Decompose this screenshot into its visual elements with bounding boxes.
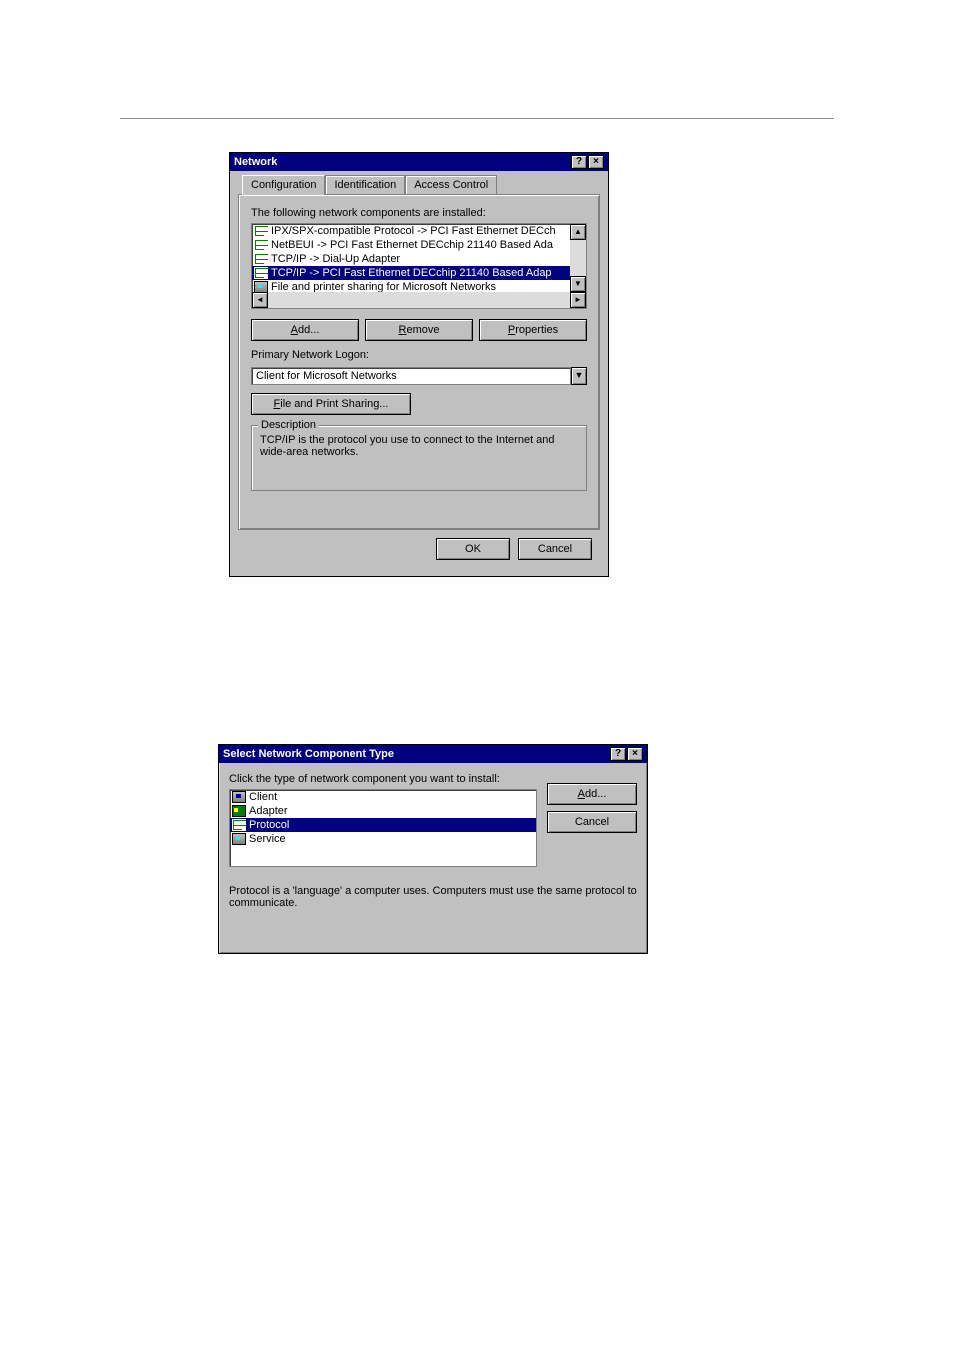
tabs: Configuration Identification Access Cont…: [242, 175, 600, 194]
titlebar: Select Network Component Type ? ×: [219, 745, 647, 763]
help-icon[interactable]: ?: [571, 155, 587, 169]
description-text: TCP/IP is the protocol you use to connec…: [260, 434, 578, 458]
protocol-icon: [254, 267, 268, 279]
scroll-right-icon[interactable]: ►: [570, 292, 586, 308]
list-item-label: Service: [249, 833, 286, 845]
close-icon[interactable]: ×: [627, 747, 643, 761]
list-item[interactable]: TCP/IP -> PCI Fast Ethernet DECchip 2114…: [252, 266, 570, 280]
titlebar-buttons: ? ×: [609, 747, 643, 761]
select-component-dialog: Select Network Component Type ? × Click …: [218, 744, 648, 954]
list-item[interactable]: TCP/IP -> Dial-Up Adapter: [252, 252, 570, 266]
properties-button[interactable]: Properties: [479, 319, 587, 341]
tab-configuration[interactable]: Configuration: [242, 175, 325, 195]
scrollbar-vertical[interactable]: ▲ ▼: [570, 224, 586, 292]
adapter-icon: [232, 805, 246, 817]
tab-panel: The following network components are ins…: [238, 194, 600, 530]
add-button[interactable]: Add...: [251, 319, 359, 341]
dialog-body: Click the type of network component you …: [219, 763, 647, 877]
add-button[interactable]: Add...: [547, 783, 637, 805]
list-item-label: File and printer sharing for Microsoft N…: [271, 281, 496, 292]
list-item-label: Adapter: [249, 805, 288, 817]
list-item[interactable]: Adapter: [230, 804, 536, 818]
list-item-label: NetBEUI -> PCI Fast Ethernet DECchip 211…: [271, 239, 553, 251]
tab-identification[interactable]: Identification: [325, 175, 405, 194]
close-icon[interactable]: ×: [588, 155, 604, 169]
prompt-label: Click the type of network component you …: [229, 773, 537, 785]
list-item-label: Protocol: [249, 819, 289, 831]
service-icon: [254, 281, 268, 292]
scroll-down-icon[interactable]: ▼: [570, 276, 586, 292]
list-item-label: Client: [249, 791, 277, 803]
protocol-icon: [232, 819, 246, 831]
components-listbox[interactable]: IPX/SPX-compatible Protocol -> PCI Fast …: [251, 223, 587, 309]
primary-logon-dropdown[interactable]: Client for Microsoft Networks ▼: [251, 367, 587, 385]
window-title: Network: [234, 156, 277, 168]
list-item[interactable]: Service: [230, 832, 536, 846]
cancel-button[interactable]: Cancel: [547, 811, 637, 833]
list-item-label: TCP/IP -> Dial-Up Adapter: [271, 253, 400, 265]
dialog-action-buttons: OK Cancel: [238, 538, 600, 568]
list-item[interactable]: IPX/SPX-compatible Protocol -> PCI Fast …: [252, 224, 570, 238]
protocol-icon: [254, 253, 268, 265]
list-item[interactable]: NetBEUI -> PCI Fast Ethernet DECchip 211…: [252, 238, 570, 252]
primary-logon-label: Primary Network Logon:: [251, 349, 587, 361]
description-text: Protocol is a 'language' a computer uses…: [219, 877, 647, 909]
network-dialog: Network ? × Configuration Identification…: [229, 152, 609, 577]
components-buttons: Add... Remove Properties: [251, 319, 587, 341]
scroll-left-icon[interactable]: ◄: [252, 292, 268, 308]
primary-logon-value: Client for Microsoft Networks: [251, 367, 571, 385]
scrollbar-horizontal[interactable]: ◄ ►: [252, 292, 586, 308]
service-icon: [232, 833, 246, 845]
window-title: Select Network Component Type: [223, 748, 394, 760]
list-item-label: IPX/SPX-compatible Protocol -> PCI Fast …: [271, 225, 556, 237]
file-print-sharing-button[interactable]: File and Print Sharing...: [251, 393, 411, 415]
list-item[interactable]: Protocol: [230, 818, 536, 832]
list-item-label: TCP/IP -> PCI Fast Ethernet DECchip 2114…: [271, 267, 552, 279]
dialog-body: Configuration Identification Access Cont…: [230, 171, 608, 576]
cancel-button[interactable]: Cancel: [518, 538, 592, 560]
protocol-icon: [254, 225, 268, 237]
client-icon: [232, 791, 246, 803]
scroll-up-icon[interactable]: ▲: [570, 224, 586, 240]
titlebar: Network ? ×: [230, 153, 608, 171]
list-item[interactable]: Client: [230, 790, 536, 804]
protocol-icon: [254, 239, 268, 251]
components-label: The following network components are ins…: [251, 207, 587, 219]
list-item[interactable]: File and printer sharing for Microsoft N…: [252, 280, 570, 292]
tab-access-control[interactable]: Access Control: [405, 175, 497, 194]
titlebar-buttons: ? ×: [570, 155, 604, 169]
ok-button[interactable]: OK: [436, 538, 510, 560]
help-icon[interactable]: ?: [610, 747, 626, 761]
description-label: Description: [258, 419, 319, 431]
page-rule: [120, 118, 834, 119]
chevron-down-icon[interactable]: ▼: [571, 367, 587, 385]
description-group: Description TCP/IP is the protocol you u…: [251, 425, 587, 491]
component-type-listbox[interactable]: Client Adapter Protocol Service: [229, 789, 537, 867]
remove-button[interactable]: Remove: [365, 319, 473, 341]
